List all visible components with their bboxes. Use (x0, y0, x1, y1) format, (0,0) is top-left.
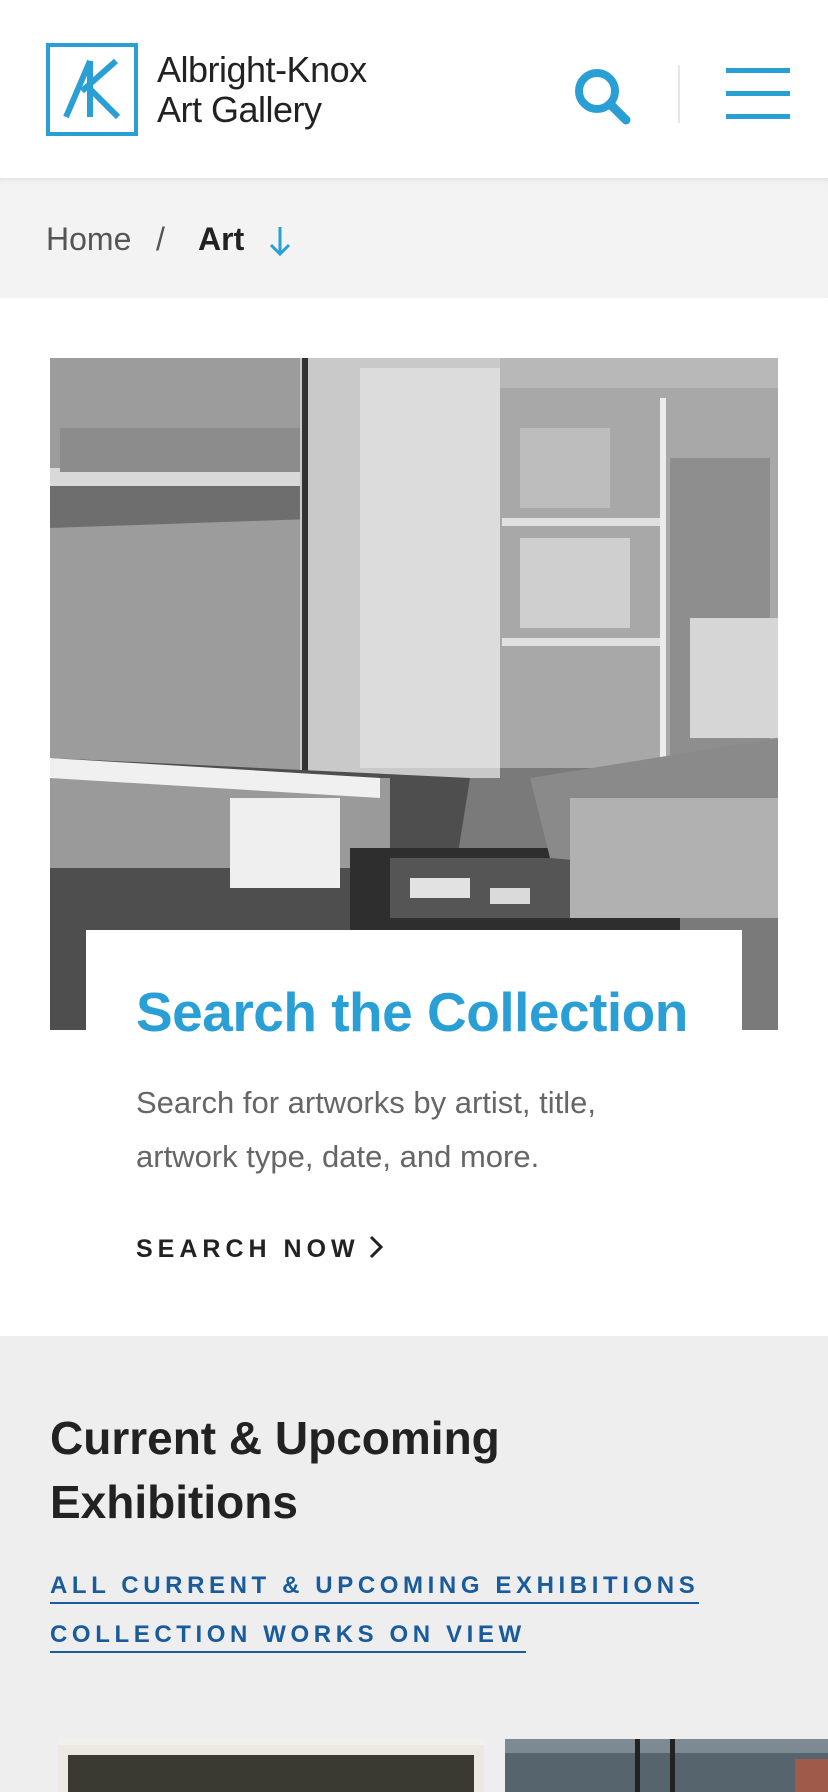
exhibition-card-thumbnail[interactable] (58, 1739, 484, 1792)
breadcrumb: Home / Art (0, 178, 828, 298)
card-description: Search for artworks by artist, title, ar… (136, 1085, 596, 1174)
breadcrumb-dropdown-toggle[interactable] (266, 224, 294, 258)
exhibition-thumbnail-image (505, 1739, 828, 1792)
exhibition-thumbnail-image (68, 1755, 474, 1792)
page: Albright-Knox Art Gallery Home / Art Sea… (0, 0, 828, 1792)
breadcrumb-current: Art (198, 221, 245, 257)
menu-icon-bar-middle (726, 91, 790, 96)
breadcrumb-home-link[interactable]: Home (46, 221, 131, 258)
logo-mark (46, 43, 138, 136)
logo-ak-icon (63, 58, 121, 120)
site-header: Albright-Knox Art Gallery (0, 0, 828, 178)
search-now-label: SEARCH NOW (136, 1235, 360, 1263)
menu-icon-bar-bottom (726, 114, 790, 119)
search-collection-card: Search the Collection Search for artwork… (86, 930, 742, 1320)
arrow-down-icon (269, 227, 291, 257)
header-divider (678, 65, 680, 123)
exhibitions-heading: Current & Upcoming Exhibitions (50, 1412, 500, 1528)
logo-line-1: Albright-Knox (157, 49, 367, 90)
collection-works-link[interactable]: COLLECTION WORKS ON VIEW (50, 1621, 526, 1653)
logo-line-2: Art Gallery (157, 89, 322, 130)
menu-button[interactable] (726, 68, 790, 120)
search-now-link[interactable]: SEARCH NOW (136, 1234, 384, 1267)
exhibitions-section: Current & Upcoming Exhibitions ALL CURRE… (0, 1336, 828, 1792)
exhibition-card-thumbnail[interactable] (505, 1739, 828, 1792)
chevron-right-icon (368, 1234, 384, 1267)
search-button[interactable] (572, 66, 634, 128)
all-exhibitions-link[interactable]: ALL CURRENT & UPCOMING EXHIBITIONS (50, 1572, 700, 1604)
search-icon (575, 69, 631, 125)
breadcrumb-separator: / (156, 221, 165, 257)
menu-icon-bar-top (726, 68, 790, 73)
card-title: Search the Collection (136, 981, 688, 1043)
logo-wordmark: Albright-Knox Art Gallery (157, 50, 367, 130)
